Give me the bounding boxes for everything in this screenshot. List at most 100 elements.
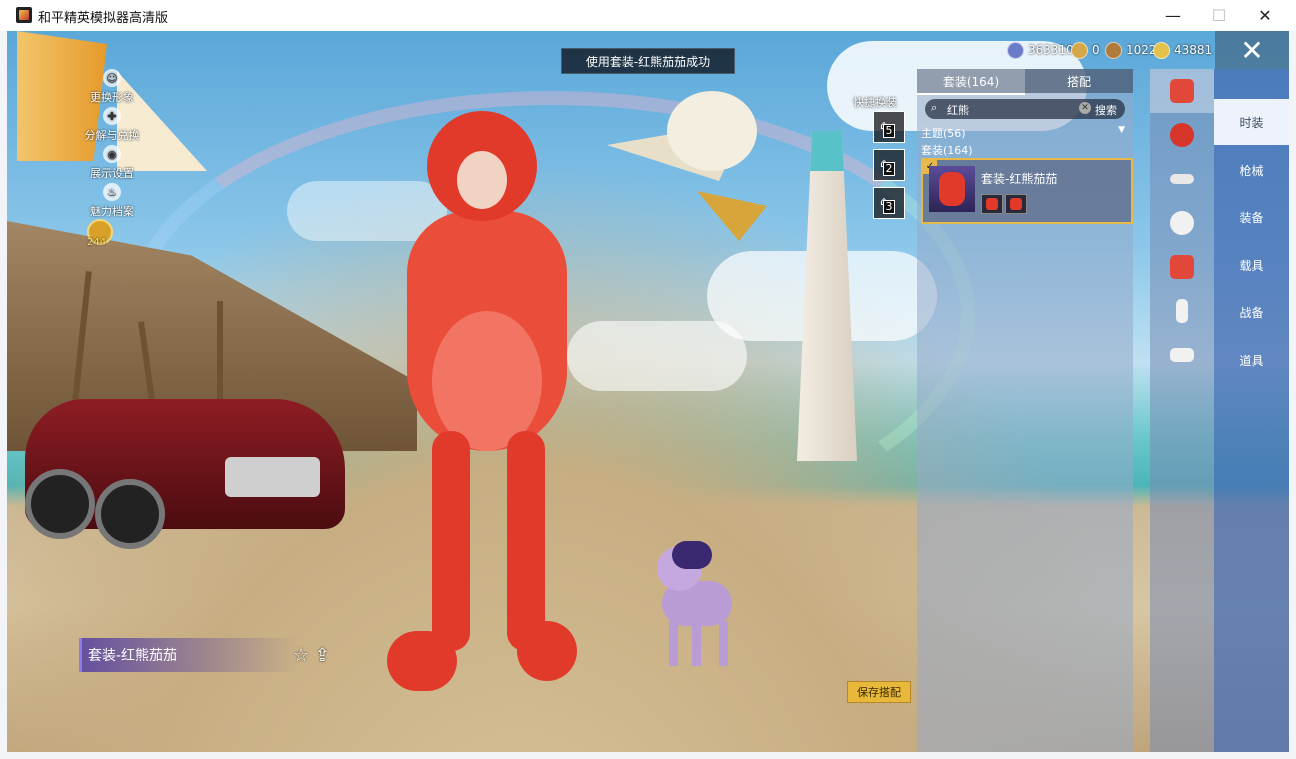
character-foot xyxy=(387,631,457,691)
title-bar: 和平精英模拟器高清版 — ☐ ✕ xyxy=(0,0,1296,32)
currency-gold[interactable]: 43881 xyxy=(1153,41,1212,59)
outfit-name: 套装-红熊茄茄 xyxy=(981,172,1058,186)
bottom-edge xyxy=(0,752,1296,759)
currency-value: 1022 xyxy=(1126,43,1157,57)
app-logo-icon xyxy=(16,7,32,23)
decompose-exchange-button[interactable]: ✚ 分解与兑换 xyxy=(67,107,157,143)
outfit-card[interactable]: ✓ 套装-红熊茄茄 xyxy=(921,158,1133,224)
palm-tree xyxy=(217,301,223,411)
success-toast: 使用套装-红熊茄茄成功 xyxy=(561,48,735,74)
section-header: 套装(164) xyxy=(921,144,973,157)
character-belly xyxy=(432,311,542,451)
hat-icon[interactable] xyxy=(1150,113,1214,157)
pony-leg xyxy=(692,621,701,666)
mask-glyph xyxy=(1170,211,1194,235)
currency-uc[interactable]: 363310 xyxy=(1007,41,1074,59)
currency-value: 363310 xyxy=(1028,43,1074,57)
flame-icon: ♨ xyxy=(103,183,121,201)
window-close-button[interactable]: ✕ xyxy=(1242,0,1288,31)
category-equipment[interactable]: 装备 xyxy=(1214,194,1289,240)
change-appearance-button[interactable]: ☺ 更换形象 xyxy=(67,69,157,105)
hat-glyph xyxy=(1170,123,1194,147)
nameplate-actions: ☆ ⇪ xyxy=(293,645,330,666)
character-leg xyxy=(507,431,545,651)
quick-slot-1[interactable]: ⌂ 5 xyxy=(873,111,905,143)
top-glyph xyxy=(1170,255,1194,279)
search-input[interactable]: ⌕ 红熊 ✕ 搜索 xyxy=(925,99,1125,119)
favorite-star-icon[interactable]: ☆ xyxy=(293,645,309,666)
outfit-part-thumbnail[interactable] xyxy=(981,194,1003,214)
currency-coupon[interactable]: 0 xyxy=(1071,41,1100,59)
outfit-part-thumbnail[interactable] xyxy=(1005,194,1027,214)
filter-label: 主题(56) xyxy=(921,127,966,140)
pony-mane xyxy=(672,541,712,569)
share-icon[interactable]: ⇪ xyxy=(315,645,330,666)
car-grille xyxy=(225,457,320,497)
shoes-icon[interactable] xyxy=(1150,333,1214,377)
category-bar: 时装 枪械 装备 载具 战备 道具 xyxy=(1214,69,1289,752)
red-car xyxy=(25,399,345,549)
pants-glyph xyxy=(1176,299,1188,323)
dragon-body xyxy=(667,91,757,171)
minimize-button[interactable]: — xyxy=(1150,0,1196,31)
pet-dragon[interactable] xyxy=(607,61,787,251)
outfit-icon[interactable] xyxy=(1150,69,1214,113)
nameplate-title: 套装-红熊茄茄 xyxy=(88,648,178,664)
category-weapons[interactable]: 枪械 xyxy=(1214,147,1289,193)
glasses-icon[interactable] xyxy=(1150,157,1214,201)
menu-label: 更换形象 xyxy=(90,91,134,104)
car-wheel xyxy=(25,469,95,539)
character-leg xyxy=(432,431,470,651)
search-value: 红熊 xyxy=(947,104,969,117)
category-fashion[interactable]: 时装 xyxy=(1214,99,1289,145)
maximize-button[interactable]: ☐ xyxy=(1196,0,1242,31)
eye-icon: ◉ xyxy=(103,145,121,163)
dragon-gold-wing xyxy=(697,191,767,241)
uc-icon xyxy=(1007,41,1024,59)
pony-leg xyxy=(669,621,678,666)
level-value: 244 xyxy=(87,237,107,248)
top-icon[interactable] xyxy=(1150,245,1214,289)
quick-change-label: 快捷换装 xyxy=(853,96,897,109)
glasses-glyph xyxy=(1170,174,1194,184)
save-outfit-button[interactable]: 保存搭配 xyxy=(847,681,911,703)
left-edge xyxy=(0,31,7,752)
cross-icon: ✚ xyxy=(103,107,121,125)
slot-number: 5 xyxy=(883,124,895,138)
pants-icon[interactable] xyxy=(1150,289,1214,333)
tab-matching[interactable]: 搭配 xyxy=(1025,69,1133,93)
clear-search-icon[interactable]: ✕ xyxy=(1079,102,1091,114)
pet-pony[interactable] xyxy=(647,541,757,671)
search-button[interactable]: 搜索 xyxy=(1095,102,1117,118)
player-character[interactable] xyxy=(387,111,587,691)
category-battle-gear[interactable]: 战备 xyxy=(1214,289,1289,335)
outfit-nameplate: 套装-红熊茄茄 xyxy=(79,638,298,672)
currency-value: 0 xyxy=(1092,43,1100,57)
panel-tabs: 套装(164) 搭配 xyxy=(917,69,1133,95)
quick-slot-3[interactable]: ⌂ 3 xyxy=(873,187,905,219)
currency-silver[interactable]: 1022 xyxy=(1105,41,1157,59)
close-wardrobe-button[interactable]: ✕ xyxy=(1215,31,1289,69)
category-props[interactable]: 道具 xyxy=(1214,337,1289,383)
theme-filter-dropdown[interactable]: 主题(56) ▼ xyxy=(921,125,1127,141)
slot-number: 2 xyxy=(883,162,895,176)
window-title: 和平精英模拟器高清版 xyxy=(38,11,169,26)
gold-icon xyxy=(1153,41,1170,59)
right-edge xyxy=(1289,31,1296,752)
quick-slot-2[interactable]: ⌂ 2 xyxy=(873,149,905,181)
category-vehicles[interactable]: 载具 xyxy=(1214,242,1289,288)
tab-outfits[interactable]: 套装(164) xyxy=(917,69,1025,95)
character-foot xyxy=(517,621,577,681)
shoes-glyph xyxy=(1170,348,1194,362)
dropdown-arrow-icon: ▼ xyxy=(1118,125,1125,135)
item-panel: 套装(164) 搭配 ⌕ 红熊 ✕ 搜索 主题(56) ▼ 套装(164) ✓ … xyxy=(917,69,1133,752)
person-icon: ☺ xyxy=(103,69,121,87)
search-icon: ⌕ xyxy=(931,101,938,114)
display-settings-button[interactable]: ◉ 展示设置 xyxy=(67,145,157,181)
game-viewport: ☺ 更换形象 ✚ 分解与兑换 ◉ 展示设置 ♨ 魅力档案 244 使用套装-红熊… xyxy=(7,31,1289,752)
charm-archive-button[interactable]: ♨ 魅力档案 xyxy=(67,183,157,219)
mask-icon[interactable] xyxy=(1150,201,1214,245)
currency-value: 43881 xyxy=(1174,43,1213,57)
car-wheel xyxy=(95,479,165,549)
coupon-icon xyxy=(1071,41,1088,59)
